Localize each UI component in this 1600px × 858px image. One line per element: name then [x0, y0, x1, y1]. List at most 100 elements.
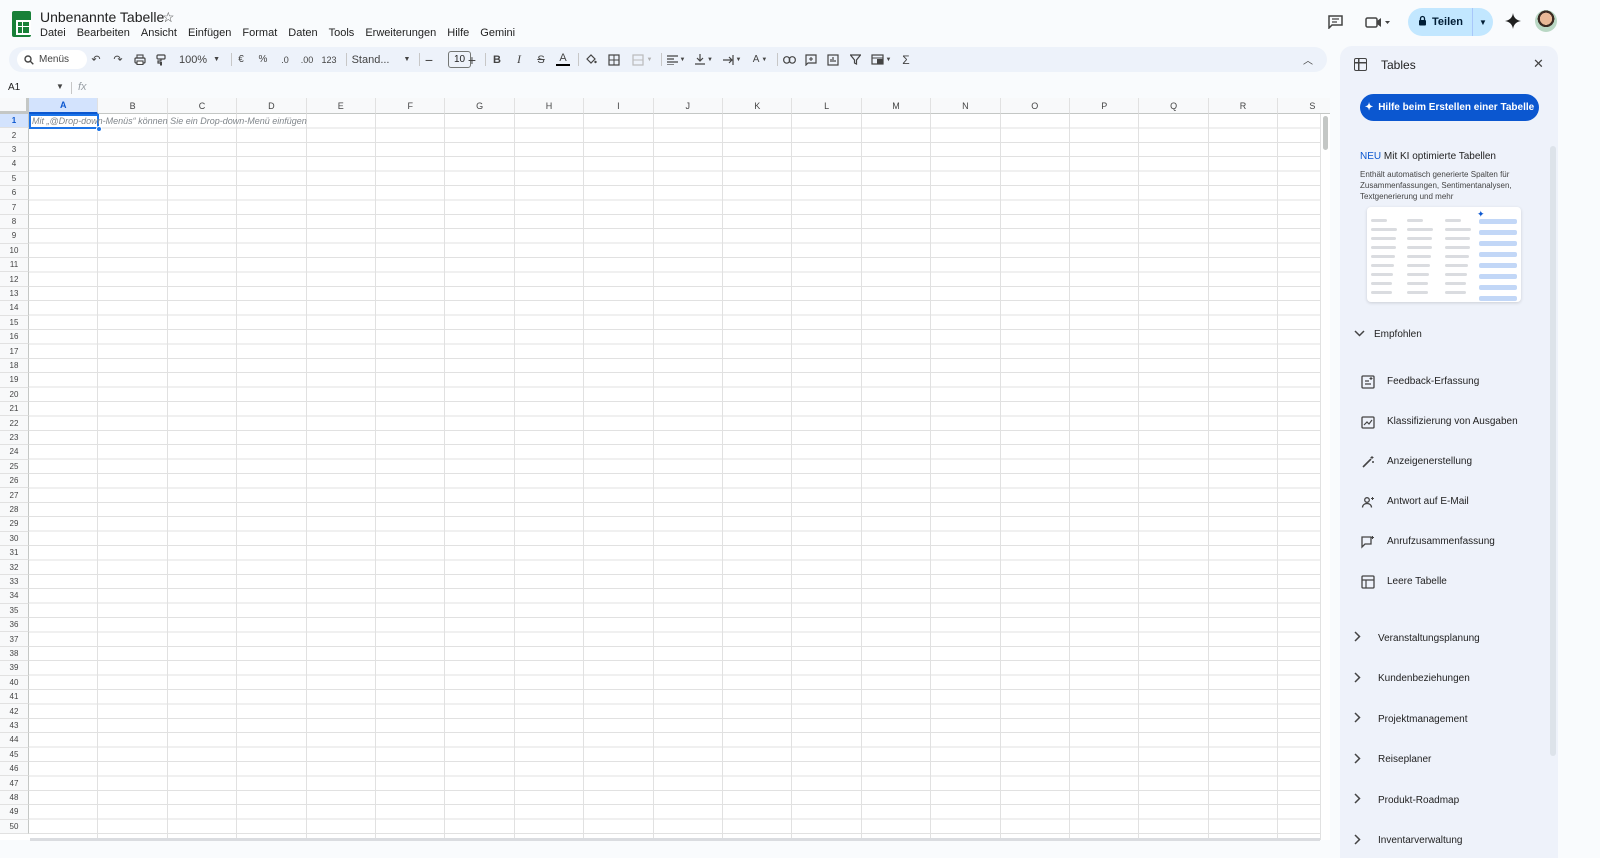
row-header[interactable]: 10	[0, 243, 29, 258]
category-item[interactable]: Veranstaltungsplanung	[1354, 631, 1480, 645]
filter-views-icon[interactable]: ▼	[869, 50, 893, 69]
sheets-logo-icon[interactable]	[12, 11, 31, 37]
column-header-c[interactable]: C	[167, 98, 238, 114]
row-header[interactable]: 24	[0, 445, 29, 460]
row-header[interactable]: 12	[0, 272, 29, 287]
gemini-sparkle-icon[interactable]	[1501, 9, 1525, 33]
menu-datei[interactable]: Datei	[40, 27, 66, 39]
category-item[interactable]: Reiseplaner	[1354, 752, 1431, 767]
close-icon[interactable]: ✕	[1533, 56, 1544, 72]
row-header[interactable]: 47	[0, 776, 29, 791]
meet-icon[interactable]	[1362, 10, 1394, 34]
row-header[interactable]: 42	[0, 704, 29, 719]
menu-format[interactable]: Format	[242, 27, 277, 39]
ai-table-preview-image[interactable]: ✦	[1367, 207, 1521, 302]
fill-color-icon[interactable]	[584, 50, 598, 69]
font-select[interactable]: Stand... ▼	[352, 50, 411, 69]
percent-format-button[interactable]: %	[257, 50, 269, 69]
column-header-i[interactable]: I	[584, 98, 654, 114]
row-header[interactable]: 7	[0, 200, 29, 215]
filter-icon[interactable]	[848, 50, 862, 69]
column-header-a[interactable]: A	[29, 98, 99, 114]
redo-icon[interactable]: ↷	[111, 50, 125, 69]
italic-button[interactable]: I	[513, 50, 525, 69]
row-header[interactable]: 44	[0, 733, 29, 748]
column-header-o[interactable]: O	[1000, 98, 1070, 114]
row-header[interactable]: 34	[0, 589, 29, 604]
row-header[interactable]: 36	[0, 618, 29, 633]
row-header[interactable]: 48	[0, 790, 29, 806]
row-header[interactable]: 14	[0, 301, 29, 316]
row-header[interactable]: 32	[0, 560, 29, 575]
column-header-s[interactable]: S	[1278, 98, 1330, 114]
vertical-align-icon[interactable]: ▼	[693, 50, 715, 69]
category-item[interactable]: Produkt-Roadmap	[1354, 793, 1459, 807]
row-header[interactable]: 45	[0, 747, 29, 762]
row-header[interactable]: 43	[0, 718, 29, 734]
text-color-icon[interactable]: A	[555, 50, 571, 69]
select-all-corner[interactable]	[0, 98, 29, 114]
vertical-scroll-thumb[interactable]	[1323, 116, 1328, 150]
menu-tools[interactable]: Tools	[329, 27, 355, 39]
row-header[interactable]: 2	[0, 128, 29, 143]
template-item[interactable]: Klassifizierung von Ausgaben	[1360, 414, 1518, 429]
row-header[interactable]: 37	[0, 632, 29, 647]
template-item[interactable]: Leere Tabelle	[1360, 574, 1447, 589]
menu-ansicht[interactable]: Ansicht	[141, 27, 177, 39]
cell-area[interactable]	[29, 114, 1321, 840]
row-header[interactable]: 13	[0, 286, 29, 302]
category-item[interactable]: Inventarverwaltung	[1354, 833, 1463, 848]
column-header-g[interactable]: G	[445, 98, 515, 114]
recommended-section-header[interactable]: Empfohlen	[1354, 328, 1422, 340]
column-header-k[interactable]: K	[723, 98, 793, 114]
row-header[interactable]: 22	[0, 416, 29, 431]
row-header[interactable]: 4	[0, 157, 29, 172]
row-header[interactable]: 18	[0, 358, 29, 374]
row-header[interactable]: 23	[0, 430, 29, 446]
row-header[interactable]: 28	[0, 502, 29, 518]
row-header[interactable]: 17	[0, 344, 29, 359]
text-rotation-icon[interactable]: A ▼	[749, 50, 771, 69]
row-header[interactable]: 16	[0, 330, 29, 345]
decrease-decimal-button[interactable]: .0	[277, 50, 293, 69]
name-box[interactable]: A1	[8, 82, 20, 93]
template-item[interactable]: Feedback-Erfassung	[1360, 374, 1479, 389]
menu-daten[interactable]: Daten	[288, 27, 317, 39]
row-header[interactable]: 46	[0, 762, 29, 777]
merge-cells-icon[interactable]: ▼	[629, 50, 655, 69]
row-header[interactable]: 19	[0, 373, 29, 388]
borders-icon[interactable]	[607, 50, 621, 69]
row-header[interactable]: 31	[0, 546, 29, 561]
row-header[interactable]: 1	[0, 114, 29, 129]
row-header[interactable]: 30	[0, 531, 29, 546]
bold-button[interactable]: B	[491, 50, 503, 69]
name-box-dropdown-icon[interactable]: ▼	[56, 82, 64, 91]
strikethrough-icon[interactable]: S	[534, 50, 548, 69]
menu-search[interactable]: Menüs	[17, 50, 87, 69]
row-header[interactable]: 40	[0, 675, 29, 690]
panel-scrollbar[interactable]	[1550, 146, 1556, 756]
column-header-n[interactable]: N	[931, 98, 1001, 114]
column-header-b[interactable]: B	[98, 98, 168, 114]
row-header[interactable]: 5	[0, 171, 29, 186]
column-header-f[interactable]: F	[376, 98, 446, 114]
row-header[interactable]: 11	[0, 258, 29, 273]
spreadsheet-grid[interactable]: ABCDEFGHIJKLMNOPQRS 1 2 3 4 5 6 7 8 9 10 11 12 13 14 1…	[0, 98, 1330, 840]
menu-gemini[interactable]: Gemini	[480, 27, 515, 39]
column-header-h[interactable]: H	[514, 98, 585, 114]
increase-font-size-icon[interactable]: +	[466, 50, 478, 69]
undo-icon[interactable]: ↶	[89, 50, 103, 69]
print-icon[interactable]	[133, 50, 147, 69]
row-header[interactable]: 29	[0, 517, 29, 532]
row-header[interactable]: 20	[0, 387, 29, 402]
number-format-button[interactable]: 123	[320, 50, 338, 69]
share-dropdown-icon[interactable]: ▼	[1473, 18, 1493, 27]
row-header[interactable]: 49	[0, 805, 29, 820]
row-header[interactable]: 35	[0, 603, 29, 618]
zoom-select[interactable]: 100% ▼	[177, 50, 222, 69]
decrease-font-size-icon[interactable]: −	[423, 50, 435, 69]
text-wrapping-icon[interactable]: ▼	[721, 50, 743, 69]
category-item[interactable]: Kundenbeziehungen	[1354, 671, 1470, 686]
row-header[interactable]: 33	[0, 574, 29, 590]
help-create-table-button[interactable]: ✦ Hilfe beim Erstellen einer Tabelle	[1360, 94, 1539, 121]
